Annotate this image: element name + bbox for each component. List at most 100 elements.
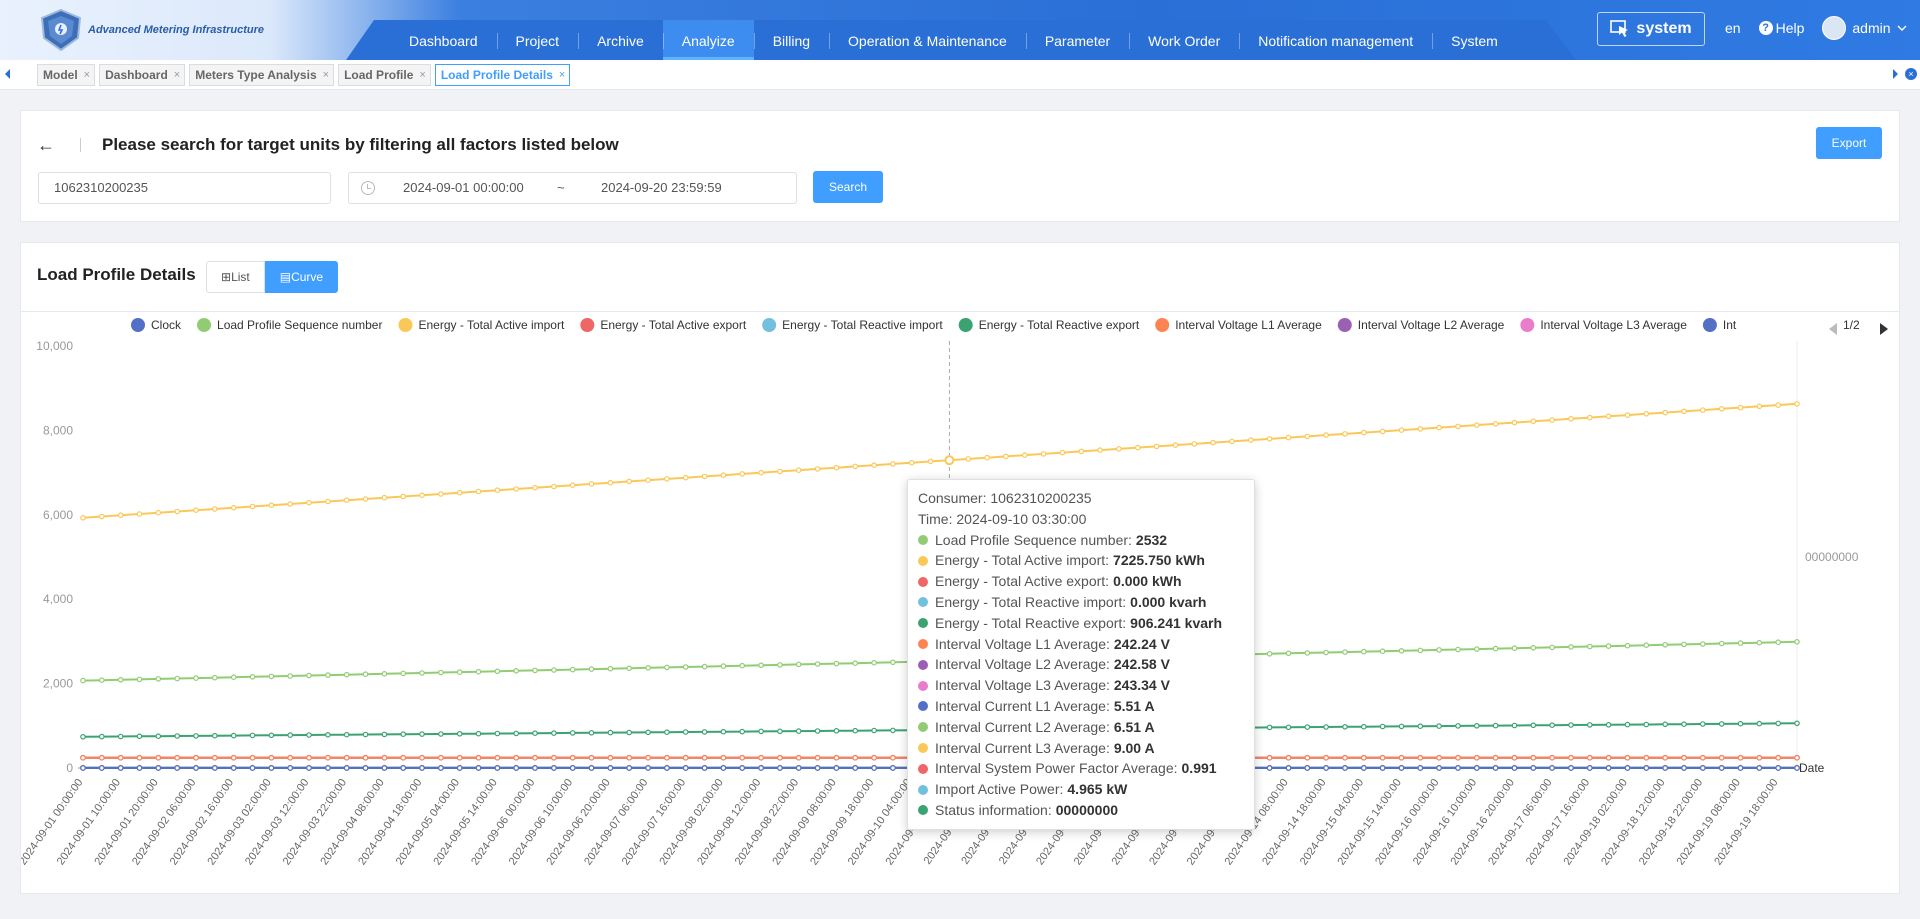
nav-item-system[interactable]: System <box>1432 20 1517 60</box>
help-link[interactable]: ? Help <box>1758 20 1804 36</box>
chevron-down-icon <box>1897 25 1907 31</box>
data-point <box>551 754 557 761</box>
legend-marker[interactable] <box>958 318 973 332</box>
nav-item-billing[interactable]: Billing <box>753 20 829 60</box>
close-icon[interactable]: × <box>84 69 90 81</box>
back-arrow-icon[interactable]: ← <box>37 135 55 156</box>
tabs-scroll-right-icon[interactable] <box>1893 69 1898 79</box>
legend-item-label[interactable]: Energy - Total Active export <box>600 318 747 332</box>
legend-marker[interactable] <box>1702 318 1717 332</box>
series-dot <box>918 805 928 816</box>
data-point <box>814 466 821 472</box>
legend-item-label[interactable]: Energy - Total Active import <box>418 318 565 332</box>
close-icon[interactable]: × <box>559 69 565 81</box>
data-point <box>1455 723 1461 729</box>
data-point <box>588 481 595 487</box>
data-point <box>1737 404 1744 411</box>
data-point <box>80 677 86 684</box>
tooltip-label: Energy - Total Active import: <box>935 552 1110 569</box>
close-icon[interactable]: × <box>323 69 329 81</box>
nav-item-analyize[interactable]: Analyize <box>662 20 754 60</box>
nav-item-project[interactable]: Project <box>496 20 579 60</box>
legend-marker[interactable] <box>131 318 145 332</box>
series-dot <box>918 597 928 608</box>
export-button[interactable]: Export <box>1816 127 1882 159</box>
data-point <box>381 494 388 501</box>
legend-item-label[interactable]: Interval Voltage L1 Average <box>1175 318 1322 332</box>
data-point <box>1681 721 1687 728</box>
legend-marker[interactable] <box>1520 318 1535 332</box>
data-point <box>720 728 727 735</box>
data-point <box>1605 721 1612 728</box>
close-icon[interactable]: × <box>419 69 425 81</box>
nav-item-parameter[interactable]: Parameter <box>1025 20 1129 60</box>
data-point <box>1436 647 1442 653</box>
tabs-scroll-left-icon[interactable] <box>5 69 10 79</box>
legend-marker[interactable] <box>1155 318 1170 332</box>
main-nav: Dashboard Project Archive Analyize Billing Op… <box>390 20 1517 60</box>
tooltip-row: Interval Voltage L2 Average: 242.58 V <box>918 654 1244 675</box>
data-point <box>230 765 237 771</box>
data-point <box>626 765 633 771</box>
data-point <box>852 463 859 470</box>
chart-tooltip: Consumer: 1062310200235 Time: 2024-09-10… <box>907 479 1255 830</box>
system-button[interactable]: system <box>1597 12 1705 46</box>
data-point <box>1568 416 1574 422</box>
data-point <box>1342 754 1348 761</box>
tab-meters-type-analysis[interactable]: Meters Type Analysis × <box>189 64 335 86</box>
data-point <box>588 754 595 761</box>
legend-marker[interactable] <box>580 318 595 332</box>
legend-item-label[interactable]: Interval Voltage L2 Average <box>1358 318 1505 332</box>
data-point <box>1492 645 1499 652</box>
legend-marker[interactable] <box>398 318 413 332</box>
tab-load-profile-details[interactable]: Load Profile Details × <box>434 64 571 86</box>
tooltip-row: Interval Voltage L3 Average: 243.34 V <box>918 675 1244 696</box>
tab-model[interactable]: Model × <box>37 64 96 86</box>
data-point <box>720 472 727 479</box>
legend-item-label-truncated[interactable]: Int <box>1723 318 1737 332</box>
legend-item-label[interactable]: Energy - Total Reactive import <box>782 318 943 332</box>
data-point <box>325 672 331 678</box>
close-all-tabs-icon[interactable]: × <box>1905 68 1917 80</box>
legend-item-label[interactable]: Clock <box>151 318 182 332</box>
tab-load-profile[interactable]: Load Profile × <box>338 64 431 86</box>
data-point <box>1285 754 1292 761</box>
date-start[interactable]: 2024-09-01 00:00:00 <box>403 180 524 195</box>
data-point <box>400 493 407 500</box>
language-switch[interactable]: en <box>1725 20 1741 36</box>
nav-item-dashboard[interactable]: Dashboard <box>390 20 497 60</box>
data-point <box>758 662 764 669</box>
date-range-picker[interactable]: 2024-09-01 00:00:00 ~ 2024-09-20 23:59:5… <box>348 172 797 204</box>
data-point <box>1285 724 1292 731</box>
app-logo[interactable]: Advanced Metering Infrastructure <box>38 8 264 52</box>
close-icon[interactable]: × <box>174 69 180 81</box>
data-point <box>381 731 388 738</box>
data-point <box>1266 754 1273 761</box>
data-point <box>306 672 312 679</box>
series-dot <box>918 555 928 566</box>
search-button[interactable]: Search <box>813 171 883 203</box>
data-point <box>1775 402 1782 408</box>
legend-marker[interactable] <box>197 318 212 332</box>
data-point <box>494 668 501 675</box>
nav-item-archive[interactable]: Archive <box>578 20 663 60</box>
data-point <box>1718 640 1725 647</box>
nav-item-work-order[interactable]: Work Order <box>1129 20 1239 60</box>
data-point <box>1342 431 1348 437</box>
legend-item-label[interactable]: Load Profile Sequence number <box>217 318 382 332</box>
date-end[interactable]: 2024-09-20 23:59:59 <box>601 180 722 195</box>
consumer-id-input[interactable]: 1062310200235 <box>38 172 331 204</box>
legend-next-icon[interactable] <box>1880 323 1888 335</box>
data-point <box>1398 765 1405 771</box>
legend-marker[interactable] <box>1337 318 1352 332</box>
nav-item-operation-maintenance[interactable]: Operation & Maintenance <box>829 20 1026 60</box>
user-menu[interactable]: admin <box>1822 16 1907 40</box>
data-point <box>343 765 350 771</box>
legend-item-label[interactable]: Energy - Total Reactive export <box>979 318 1140 332</box>
data-point <box>814 661 821 667</box>
legend-item-label[interactable]: Interval Voltage L3 Average <box>1540 318 1687 332</box>
legend-prev-icon[interactable] <box>1829 323 1837 335</box>
tab-dashboard[interactable]: Dashboard × <box>99 64 186 86</box>
legend-marker[interactable] <box>762 318 777 332</box>
nav-item-notification-management[interactable]: Notification management <box>1239 20 1432 60</box>
